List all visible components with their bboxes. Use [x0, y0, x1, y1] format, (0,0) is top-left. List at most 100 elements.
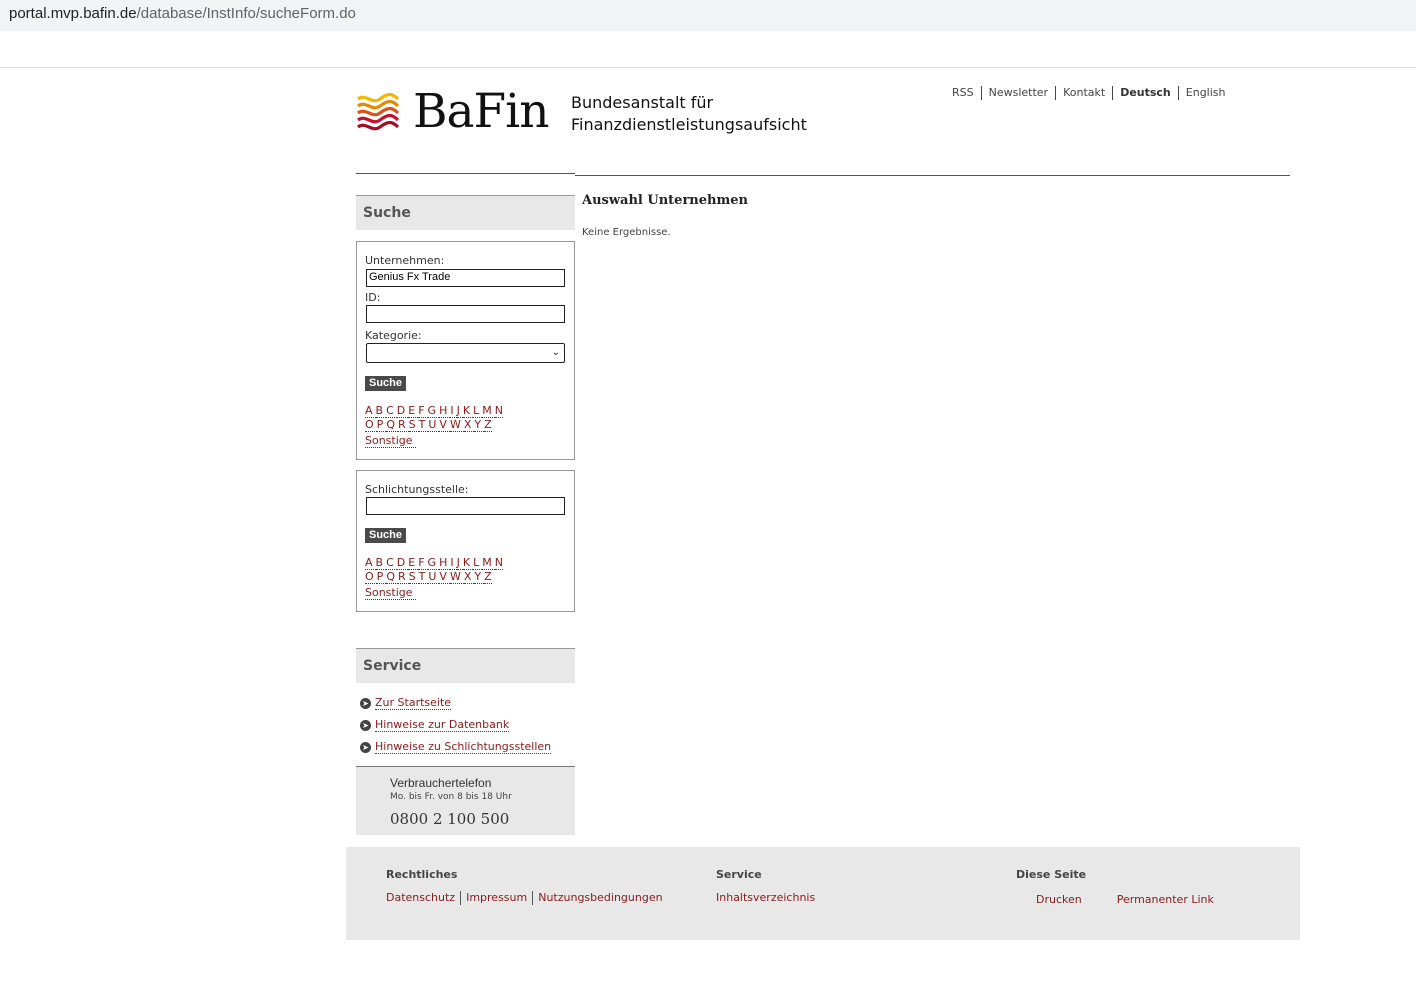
alpha-link[interactable]: H	[439, 556, 451, 570]
phone-hours: Mo. bis Fr. von 8 bis 18 Uhr	[390, 792, 512, 802]
alpha-link[interactable]: G	[427, 404, 440, 418]
language-english[interactable]: English	[1177, 86, 1233, 100]
alpha-link[interactable]: S	[408, 418, 419, 432]
footer-link-drucken[interactable]: Drucken	[1036, 893, 1082, 907]
id-label: ID:	[365, 291, 381, 304]
alpha-link[interactable]: Y	[474, 570, 485, 584]
alpha-link[interactable]: Q	[386, 570, 398, 584]
category-select[interactable]: ⌄	[366, 343, 565, 363]
alpha-link[interactable]: S	[408, 570, 419, 584]
alpha-link[interactable]: K	[462, 556, 474, 570]
service-link-startseite[interactable]: Zur Startseite	[375, 696, 452, 710]
logo-wordmark: BaFin	[413, 84, 549, 139]
url-text[interactable]: portal.mvp.bafin.de/database/InstInfo/su…	[9, 5, 356, 22]
alpha-link[interactable]: X	[463, 570, 475, 584]
footer-link-nutzungsbedingungen[interactable]: Nutzungsbedingungen	[532, 891, 667, 905]
alpha-link[interactable]: Z	[484, 418, 492, 432]
alpha-link[interactable]: A	[365, 556, 376, 570]
meta-link-kontakt[interactable]: Kontakt	[1055, 86, 1112, 100]
footer-link-impressum[interactable]: Impressum	[460, 891, 532, 905]
alpha-link[interactable]: Y	[474, 418, 485, 432]
alpha-link-sonstige[interactable]: Sonstige	[365, 434, 416, 448]
meta-link-newsletter[interactable]: Newsletter	[980, 86, 1055, 100]
footer-heading-legal: Rechtliches	[386, 868, 458, 881]
list-item: ➤ Hinweise zu Schlichtungsstellen	[360, 736, 552, 758]
alpha-link[interactable]: O	[365, 418, 377, 432]
alpha-link[interactable]: R	[397, 570, 409, 584]
service-link-schlichtungsstellen[interactable]: Hinweise zu Schlichtungsstellen	[375, 740, 552, 754]
service-link-datenbank[interactable]: Hinweise zur Datenbank	[375, 718, 510, 732]
alpha-link[interactable]: E	[408, 556, 419, 570]
arbitration-label: Schlichtungsstelle:	[365, 483, 469, 496]
alpha-link[interactable]: A	[365, 404, 376, 418]
url-host: portal.mvp.bafin.de	[9, 5, 137, 22]
sidebar-divider	[356, 173, 575, 174]
alpha-link[interactable]: T	[418, 418, 429, 432]
bafin-logo[interactable]: BaFin Bundesanstalt für Finanzdienstleis…	[356, 84, 816, 139]
alpha-link[interactable]: C	[386, 556, 397, 570]
alpha-link[interactable]: B	[375, 556, 387, 570]
alpha-link[interactable]: G	[427, 556, 440, 570]
alpha-link[interactable]: Q	[386, 418, 398, 432]
alpha-link[interactable]: R	[397, 418, 409, 432]
phone-number: 0800 2 100 500	[390, 810, 510, 828]
alpha-link[interactable]: U	[428, 570, 440, 584]
alphabet-row-a-n: A B C D E F G H I J K L M N	[365, 556, 503, 570]
alpha-link[interactable]: P	[376, 570, 387, 584]
category-label: Kategorie:	[365, 329, 422, 342]
page-title: Auswahl Unternehmen	[582, 193, 748, 208]
alpha-link[interactable]: F	[418, 404, 428, 418]
id-input[interactable]	[366, 305, 565, 323]
arrow-right-icon: ➤	[360, 697, 371, 709]
alpha-link[interactable]: M	[482, 404, 495, 418]
alpha-link[interactable]: D	[396, 556, 409, 570]
alpha-link[interactable]: F	[418, 556, 428, 570]
alpha-link[interactable]: N	[494, 556, 503, 570]
alpha-link[interactable]: W	[449, 418, 464, 432]
footer-legal-links: Datenschutz Impressum Nutzungsbedingunge…	[386, 891, 668, 905]
alpha-link[interactable]: V	[439, 418, 450, 432]
meta-link-rss[interactable]: RSS	[947, 86, 981, 100]
company-search-button[interactable]: Suche	[365, 376, 407, 391]
footer-heading-service: Service	[716, 868, 762, 881]
alpha-link[interactable]: L	[473, 404, 483, 418]
alphabet-row-a-n: A B C D E F G H I J K L M N	[365, 404, 503, 418]
arbitration-search-form: Schlichtungsstelle: Suche A B C D E F G …	[356, 470, 575, 612]
alpha-link[interactable]: H	[439, 404, 451, 418]
footer-service-links: Inhaltsverzeichnis	[716, 891, 815, 905]
alpha-link-sonstige[interactable]: Sonstige	[365, 586, 416, 600]
chevron-down-icon: ⌄	[551, 347, 560, 358]
result-message: Keine Ergebnisse.	[582, 227, 671, 238]
company-label: Unternehmen:	[365, 254, 445, 267]
arbitration-input[interactable]	[366, 497, 565, 515]
alpha-link[interactable]: M	[482, 556, 495, 570]
company-input[interactable]: Genius Fx Trade	[366, 269, 565, 287]
alpha-link[interactable]: D	[396, 404, 409, 418]
alpha-link[interactable]: T	[418, 570, 429, 584]
address-bar[interactable]: portal.mvp.bafin.de/database/InstInfo/su…	[0, 0, 1416, 31]
alpha-link[interactable]: B	[375, 404, 387, 418]
arrow-right-icon: ➤	[360, 719, 371, 731]
footer-page-links: Drucken Permanenter Link	[1036, 893, 1214, 907]
footer-link-inhaltsverzeichnis[interactable]: Inhaltsverzeichnis	[716, 891, 815, 905]
alpha-link[interactable]: L	[473, 556, 483, 570]
alpha-link[interactable]: O	[365, 570, 377, 584]
alpha-link[interactable]: U	[428, 418, 440, 432]
footer-link-permanenter-link[interactable]: Permanenter Link	[1117, 893, 1214, 907]
arbitration-search-button[interactable]: Suche	[365, 528, 407, 543]
alpha-link[interactable]: K	[462, 404, 474, 418]
alpha-link[interactable]: E	[408, 404, 419, 418]
bafin-waves-icon	[357, 92, 400, 131]
alphabet-index-company: A B C D E F G H I J K L M N O P Q R S T …	[365, 404, 503, 448]
alpha-link[interactable]: Z	[484, 570, 492, 584]
alpha-link[interactable]: P	[376, 418, 387, 432]
alpha-link[interactable]: N	[494, 404, 503, 418]
footer-link-datenschutz[interactable]: Datenschutz	[386, 891, 460, 905]
alpha-link[interactable]: V	[439, 570, 450, 584]
phone-title: Verbrauchertelefon	[390, 776, 492, 790]
alpha-link[interactable]: W	[449, 570, 464, 584]
alpha-link[interactable]: C	[386, 404, 397, 418]
alpha-link[interactable]: X	[463, 418, 475, 432]
language-deutsch[interactable]: Deutsch	[1112, 86, 1178, 100]
logo-subtitle-line1: Bundesanstalt für	[571, 93, 714, 112]
